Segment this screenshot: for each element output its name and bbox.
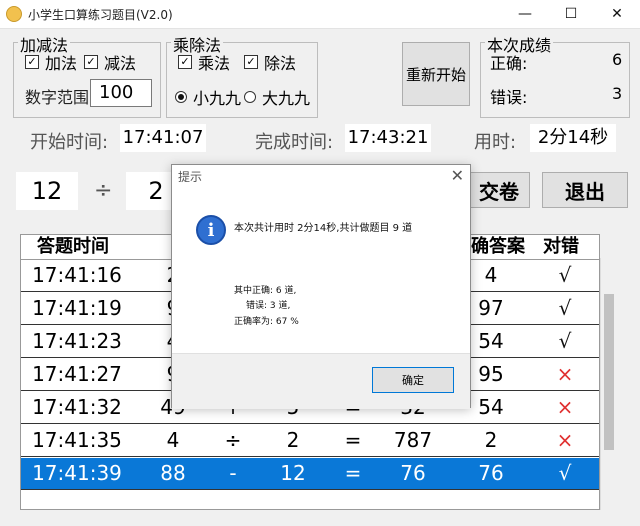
sub-checkbox[interactable]: ✓ 减法 — [84, 50, 136, 74]
row-result-mark: × — [556, 428, 574, 452]
radio-selected-icon — [175, 91, 187, 103]
mul-check-icon: ✓ — [178, 55, 192, 69]
row-user-answer: 787 — [393, 428, 433, 452]
big-table-radio[interactable]: 大九九 — [244, 85, 310, 109]
restart-button[interactable]: 重新开始 — [402, 42, 470, 106]
maximize-button[interactable]: ☐ — [548, 0, 594, 28]
row-time: 17:41:35 — [32, 428, 122, 452]
dialog-close-icon[interactable]: ✕ — [451, 166, 464, 185]
start-time-value: 17:41:07 — [120, 124, 206, 152]
radio-empty-icon — [244, 91, 256, 103]
row-correct-answer: 76 — [478, 461, 504, 485]
table-row[interactable]: 17:41:35 4 ÷ 2 = 787 2 × — [21, 425, 599, 457]
row-time: 17:41:23 — [32, 329, 122, 353]
dialog-rate-line: 正确率为: 67 % — [234, 317, 299, 327]
row-operand-b: 2 — [286, 428, 300, 452]
submit-button[interactable]: 交卷 — [468, 172, 530, 208]
row-time: 17:41:16 — [32, 263, 122, 287]
dialog-message: 本次共计用时 2分14秒,共计做题目 9 道 — [234, 223, 413, 234]
row-result-mark: √ — [558, 329, 572, 353]
dialog-ok-button[interactable]: 确定 — [372, 367, 454, 393]
row-result-mark: √ — [558, 296, 572, 320]
table-scrollbar[interactable] — [600, 258, 617, 510]
row-user-answer: 76 — [400, 461, 426, 485]
minimize-button[interactable]: — — [502, 0, 548, 28]
operand-a: 12 — [16, 172, 78, 210]
end-time-label: 完成时间: — [255, 132, 334, 153]
header-result: 对错 — [543, 236, 579, 257]
scrollbar-thumb[interactable] — [604, 294, 614, 450]
row-operator: - — [229, 461, 237, 485]
mul-checkbox[interactable]: ✓ 乘法 — [178, 50, 230, 74]
range-input[interactable]: 100 — [90, 79, 152, 107]
row-equals: = — [344, 461, 362, 485]
dialog-wrong-line: 错误: 3 道, — [246, 301, 291, 311]
table-row-selected[interactable]: 17:41:39 88 - 12 = 76 76 √ — [21, 458, 599, 490]
row-equals: = — [344, 428, 362, 452]
row-operand-a: 88 — [160, 461, 186, 485]
add-checkbox[interactable]: ✓ 加法 — [25, 50, 77, 74]
exit-button[interactable]: 退出 — [542, 172, 628, 208]
end-time-value: 17:43:21 — [345, 124, 431, 152]
sub-check-icon: ✓ — [84, 55, 98, 69]
window-title: 小学生口算练习题目(V2.0) — [28, 8, 173, 22]
row-time: 17:41:39 — [32, 461, 122, 485]
app-icon — [6, 6, 22, 22]
correct-count: 6 — [612, 50, 623, 69]
row-operator: ÷ — [224, 428, 242, 452]
row-operand-a: 4 — [166, 428, 180, 452]
correct-label: 正确: — [490, 54, 528, 73]
used-time-label: 用时: — [474, 132, 517, 153]
info-icon: i — [196, 215, 226, 245]
title-bar: 小学生口算练习题目(V2.0) — ☐ ✕ — [0, 0, 640, 29]
row-time: 17:41:19 — [32, 296, 122, 320]
row-time: 17:41:32 — [32, 395, 122, 419]
row-correct-answer: 2 — [484, 428, 498, 452]
row-operand-b: 12 — [280, 461, 306, 485]
row-result-mark: √ — [558, 461, 572, 485]
start-time-label: 开始时间: — [30, 132, 109, 153]
div-checkbox[interactable]: ✓ 除法 — [244, 50, 296, 74]
dialog-correct-line: 其中正确: 6 道, — [234, 286, 297, 296]
header-correct-answer: 确答案 — [471, 236, 525, 257]
row-time: 17:41:27 — [32, 362, 122, 386]
wrong-count: 3 — [612, 84, 623, 103]
header-time: 答题时间 — [37, 236, 109, 257]
add-check-icon: ✓ — [25, 55, 39, 69]
operator-sign: ÷ — [94, 178, 113, 203]
close-button[interactable]: ✕ — [594, 0, 640, 28]
range-label: 数字范围: — [25, 88, 95, 107]
div-check-icon: ✓ — [244, 55, 258, 69]
wrong-label: 错误: — [490, 88, 528, 107]
row-result-mark: × — [556, 362, 574, 386]
dialog-title: 提示 — [178, 170, 203, 184]
row-result-mark: √ — [558, 263, 572, 287]
row-result-mark: × — [556, 395, 574, 419]
result-dialog: 提示 ✕ i 本次共计用时 2分14秒,共计做题目 9 道 其中正确: 6 道,… — [171, 164, 471, 409]
used-time-value: 2分14秒 — [530, 124, 616, 152]
small-table-radio[interactable]: 小九九 — [175, 85, 241, 109]
